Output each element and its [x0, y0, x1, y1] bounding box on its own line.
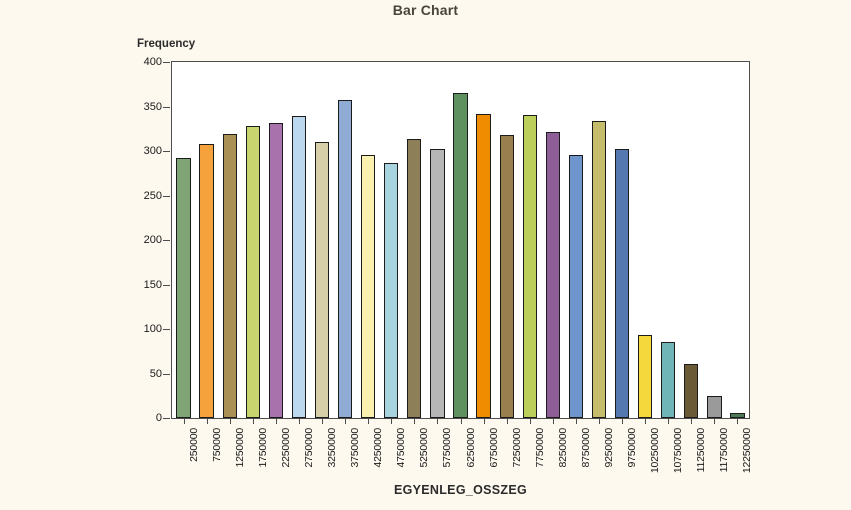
x-tick-label: 9750000	[626, 428, 639, 468]
x-tick-mark	[391, 419, 392, 424]
x-tick-mark	[345, 419, 346, 424]
x-tick-label: 1250000	[233, 428, 246, 468]
x-tick-mark	[276, 419, 277, 424]
x-tick-mark	[714, 419, 715, 424]
x-tick-label: 750000	[210, 428, 223, 462]
x-tick-label: 250000	[187, 428, 200, 462]
bar[interactable]	[314, 142, 330, 418]
x-tick-label: 8250000	[556, 428, 569, 468]
bar[interactable]	[522, 114, 537, 418]
x-tick-label: 11250000	[695, 428, 708, 473]
bar[interactable]	[361, 154, 376, 418]
x-tick-label: 7250000	[510, 428, 523, 468]
bar[interactable]	[545, 132, 560, 418]
bar-chart: Bar Chart Frequency 0 50 100 150 200 250 300 35…	[0, 0, 851, 510]
x-tick-mark	[622, 419, 623, 424]
y-tick-mark	[163, 285, 170, 286]
bar[interactable]	[222, 134, 237, 418]
x-tick-label: 8750000	[579, 428, 592, 468]
y-tick-label: 150	[143, 278, 162, 291]
x-tick-label: 12250000	[741, 428, 754, 474]
bar[interactable]	[730, 412, 745, 418]
x-tick-label: 5250000	[418, 428, 431, 468]
x-tick-mark	[322, 419, 323, 424]
bar[interactable]	[176, 158, 191, 418]
bar[interactable]	[384, 162, 399, 418]
y-tick-label: 200	[143, 234, 162, 246]
x-tick-label: 6750000	[487, 428, 500, 468]
bar[interactable]	[591, 120, 607, 418]
y-tick-label: 350	[143, 100, 162, 113]
y-tick-mark	[163, 196, 170, 197]
y-tick-label: 0	[155, 412, 162, 424]
y-axis-ticks: 0 50 100 150 200 250 300 350 400	[118, 0, 162, 510]
x-tick-mark	[230, 419, 231, 424]
x-tick-mark	[414, 419, 415, 424]
x-tick-label: 3250000	[326, 428, 339, 468]
x-tick-mark	[553, 419, 554, 424]
x-tick-mark	[461, 419, 462, 424]
y-tick-label: 250	[143, 189, 162, 202]
x-tick-label: 1750000	[256, 428, 269, 468]
x-tick-label: 5750000	[441, 428, 454, 468]
x-tick-mark	[599, 419, 600, 424]
bar[interactable]	[199, 143, 214, 418]
bar[interactable]	[661, 342, 676, 418]
y-tick-mark	[163, 240, 170, 241]
bar[interactable]	[476, 113, 491, 418]
x-tick-mark	[437, 419, 438, 424]
bar[interactable]	[637, 335, 653, 418]
x-tick-mark	[253, 419, 254, 424]
x-tick-label: 4750000	[395, 428, 408, 468]
x-tick-label: 6250000	[464, 428, 477, 468]
bar[interactable]	[684, 363, 699, 418]
x-tick-label: 7750000	[533, 428, 546, 468]
x-tick-mark	[484, 419, 485, 424]
y-tick-mark	[163, 374, 170, 375]
bar[interactable]	[430, 149, 445, 418]
y-tick-mark	[163, 329, 170, 330]
x-tick-mark	[184, 419, 185, 424]
bar[interactable]	[453, 93, 468, 418]
x-tick-label: 11750000	[718, 428, 731, 473]
x-axis-title: EGYENLEG_OSSZEG	[393, 483, 527, 497]
bar[interactable]	[499, 134, 514, 418]
x-tick-label: 2750000	[302, 428, 315, 468]
x-tick-label: 2250000	[279, 428, 292, 468]
y-tick-label: 100	[143, 323, 162, 335]
y-tick-mark	[163, 62, 170, 63]
x-tick-mark	[368, 419, 369, 424]
x-tick-label: 10250000	[649, 428, 662, 474]
y-tick-label: 400	[143, 56, 162, 68]
x-tick-mark	[507, 419, 508, 424]
x-tick-label: 10750000	[672, 428, 685, 474]
x-tick-mark	[645, 419, 646, 424]
bar[interactable]	[614, 149, 630, 418]
bar[interactable]	[245, 126, 260, 418]
x-tick-label: 4250000	[372, 428, 385, 468]
bar[interactable]	[268, 122, 283, 418]
y-tick-label: 300	[143, 145, 162, 157]
y-tick-mark	[163, 151, 170, 152]
x-tick-label: 9250000	[602, 428, 615, 468]
bar[interactable]	[707, 395, 722, 418]
bar[interactable]	[337, 100, 353, 418]
x-tick-mark	[737, 419, 738, 424]
x-tick-mark	[530, 419, 531, 424]
bar[interactable]	[291, 116, 307, 418]
x-tick-mark	[576, 419, 577, 424]
bars-container	[172, 62, 749, 418]
y-tick-mark	[163, 107, 170, 108]
bar[interactable]	[568, 154, 584, 418]
x-tick-label: 3750000	[349, 428, 362, 468]
x-tick-mark	[207, 419, 208, 424]
y-tick-mark	[163, 418, 170, 419]
y-tick-label: 50	[149, 367, 162, 380]
x-tick-mark	[299, 419, 300, 424]
x-tick-mark	[668, 419, 669, 424]
bar[interactable]	[407, 139, 422, 418]
x-tick-mark	[691, 419, 692, 424]
